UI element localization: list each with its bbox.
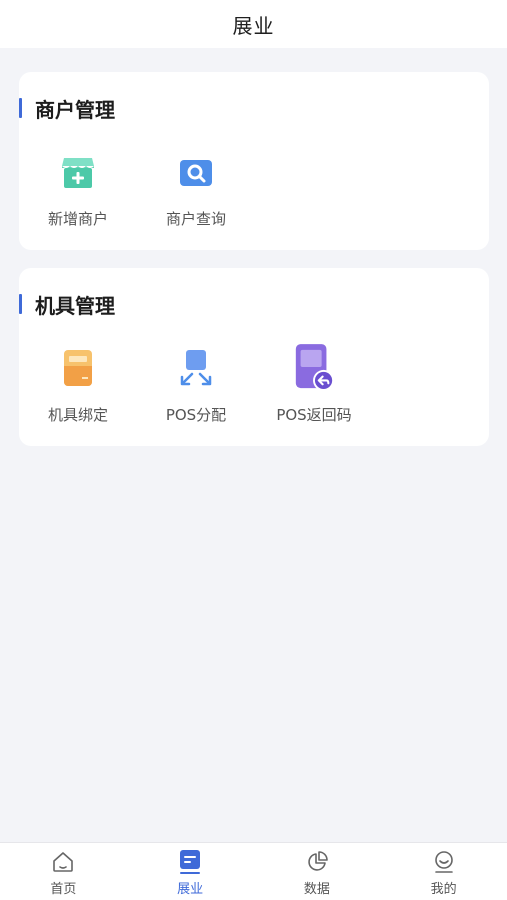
device-items: 机具绑定 POS分配 POS返回码 (19, 344, 373, 425)
page-title: 展业 (232, 13, 275, 38)
device-bind-label: 机具绑定 (47, 406, 108, 424)
tab-home-label: 首页 (50, 882, 77, 897)
merchant-items: 新增商户 商户查询 (19, 150, 255, 229)
tab-profile-label: 我的 (430, 882, 457, 897)
merchant-search-button[interactable]: 商户查询 (137, 150, 255, 229)
merchant-search-label: 商户查询 (165, 210, 226, 228)
tab-data[interactable]: 数据 (254, 843, 381, 900)
tab-profile[interactable]: 我的 (380, 843, 507, 900)
pos-distribute-label: POS分配 (165, 406, 227, 424)
section-title-text: 机具管理 (35, 293, 115, 318)
device-bind-icon (56, 346, 100, 390)
section-title-merchant: 商户管理 (19, 96, 115, 122)
pos-distribute-icon (174, 346, 218, 390)
tab-business-label: 展业 (177, 882, 204, 897)
section-accent-bar (19, 98, 22, 118)
top-header: 展业 (0, 0, 507, 48)
store-add-icon (56, 150, 100, 194)
pos-distribute-button[interactable]: POS分配 (137, 346, 255, 425)
profile-icon (431, 849, 457, 875)
bottom-tab-bar: 首页 展业 数据 我的 (0, 842, 507, 900)
chart-icon (304, 849, 330, 875)
section-title-device: 机具管理 (19, 292, 115, 318)
pos-return-icon (292, 344, 336, 391)
merchant-management-card: 商户管理 新增商户 商户查询 (19, 72, 489, 250)
pos-return-button[interactable]: POS返回码 (255, 344, 373, 425)
add-merchant-button[interactable]: 新增商户 (19, 150, 137, 229)
app-screen: 展业 商户管理 新增商户 商户查询 机具管理 机具绑定 POS分配 POS返回码… (0, 0, 507, 900)
add-merchant-label: 新增商户 (47, 210, 108, 228)
section-title-text: 商户管理 (35, 97, 115, 122)
home-icon (50, 849, 76, 875)
search-icon (174, 150, 218, 194)
pos-return-label: POS返回码 (276, 406, 352, 424)
device-management-card: 机具管理 机具绑定 POS分配 POS返回码 (19, 268, 489, 446)
section-accent-bar (19, 294, 22, 314)
device-bind-button[interactable]: 机具绑定 (19, 346, 137, 425)
tab-home[interactable]: 首页 (0, 843, 127, 900)
tab-business[interactable]: 展业 (127, 843, 254, 900)
business-icon (177, 849, 203, 875)
tab-data-label: 数据 (303, 882, 330, 897)
